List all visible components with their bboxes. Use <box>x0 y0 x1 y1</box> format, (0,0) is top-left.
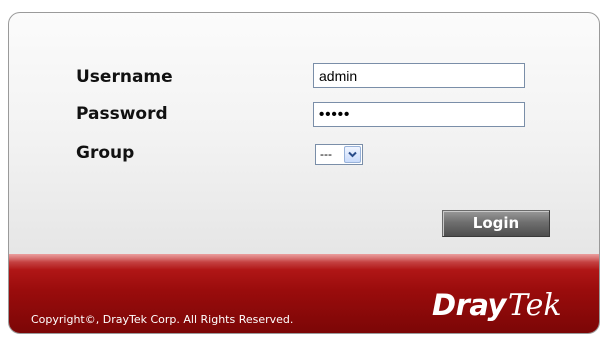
draytek-logo: DrayTek <box>432 288 562 328</box>
login-panel: Username admin Password ••••• Group --- … <box>8 12 600 334</box>
chevron-down-icon <box>348 151 357 158</box>
username-label: Username <box>76 67 173 87</box>
group-label: Group <box>76 143 135 163</box>
footer-highlight <box>9 254 599 270</box>
password-label: Password <box>76 104 168 124</box>
login-button[interactable]: Login <box>442 210 550 237</box>
logo-text-tek: Tek <box>507 288 562 323</box>
password-input[interactable]: ••••• <box>313 102 525 127</box>
logo-text-dray: Dray <box>432 288 506 322</box>
copyright-text: Copyright©, DrayTek Corp. All Rights Res… <box>31 313 294 326</box>
group-select-value: --- <box>320 147 332 161</box>
footer-bar: Copyright©, DrayTek Corp. All Rights Res… <box>9 254 599 333</box>
username-input[interactable]: admin <box>313 63 525 88</box>
group-select[interactable]: --- <box>315 144 363 165</box>
select-dropdown-button[interactable] <box>344 146 361 163</box>
